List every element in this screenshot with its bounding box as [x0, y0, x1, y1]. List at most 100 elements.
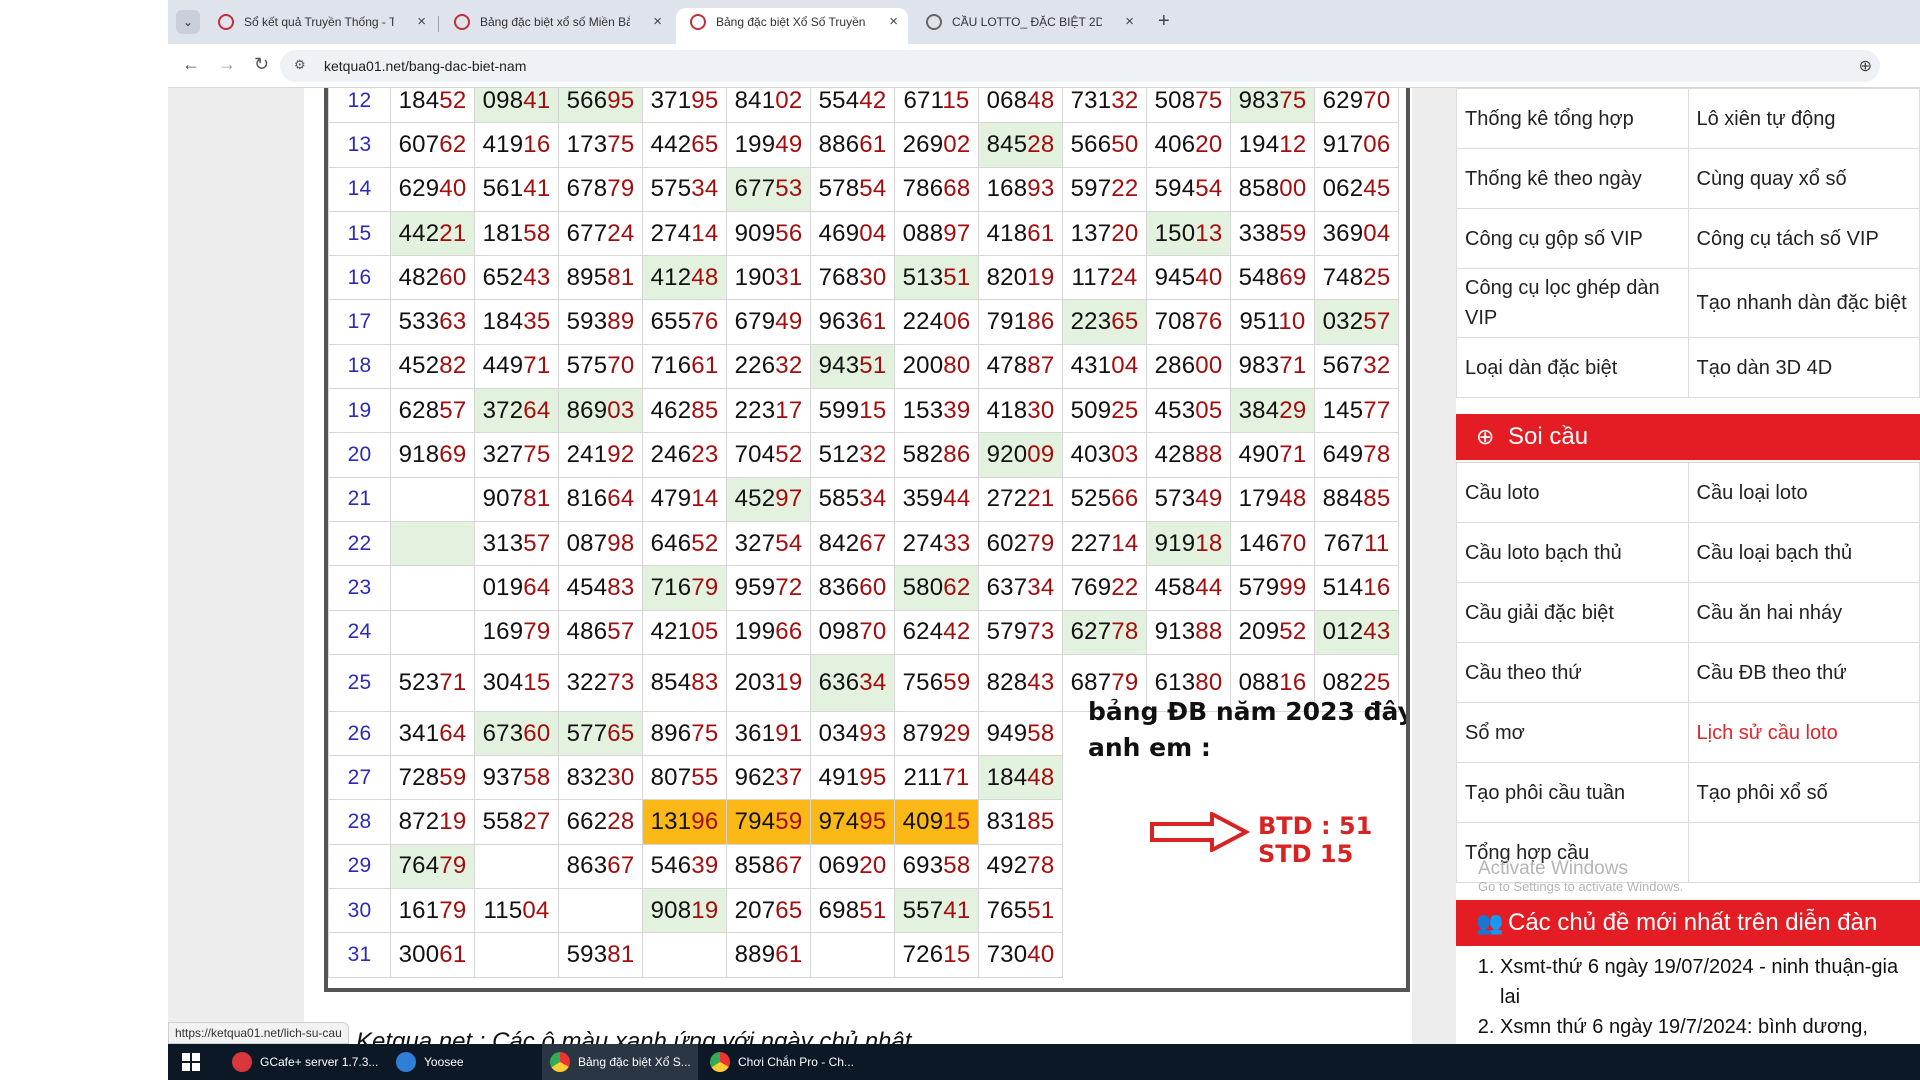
- day-cell: 15: [328, 210, 391, 257]
- menu-link[interactable]: Công cụ gộp số VIP: [1456, 208, 1689, 269]
- tab-so-ket-qua[interactable]: Sổ kết quả Truyền Thống - Tổng ×: [204, 8, 436, 44]
- number-cell: 60279: [978, 520, 1063, 567]
- tab-title: Bảng đặc biệt Xổ Số Truyền Thố: [716, 15, 866, 29]
- tab-search-chevron-icon[interactable]: ⌄: [176, 10, 200, 34]
- forum-item[interactable]: Xsmt-thứ 6 ngày 19/07/2024 - ninh thuận-…: [1500, 952, 1916, 1012]
- site-favicon-icon: [218, 14, 234, 30]
- number-cell: 08798: [558, 520, 643, 567]
- number-tail: 04: [859, 219, 887, 247]
- number-tail: 69: [439, 441, 467, 469]
- number-head: 223: [734, 396, 776, 424]
- menu-link[interactable]: Cầu giải đặc biệt: [1456, 582, 1689, 643]
- number-cell: 19949: [726, 122, 811, 168]
- menu-link[interactable]: Cầu loại bạch thủ: [1687, 522, 1920, 583]
- number-head: 858: [734, 852, 776, 880]
- menu-link[interactable]: Thống kê theo ngày: [1456, 148, 1689, 209]
- number-tail: 59: [775, 808, 803, 836]
- number-tail: 03: [1111, 441, 1139, 469]
- back-arrow-icon[interactable]: ←: [182, 54, 200, 75]
- number-head: 585: [818, 485, 860, 513]
- number-tail: 25: [1111, 396, 1139, 424]
- menu-row: Thống kê tổng hợp Lô xiên tự động: [1456, 88, 1920, 149]
- new-tab-plus-icon[interactable]: +: [1158, 10, 1170, 33]
- number-cell: 41916: [474, 122, 559, 168]
- site-info-icon[interactable]: ⚙: [294, 57, 306, 73]
- tab-strip: ⌄ Sổ kết quả Truyền Thống - Tổng × Bảng …: [168, 0, 1920, 44]
- taskbar-item-gcafe[interactable]: GCafe+ server 1.7.3...: [224, 1044, 384, 1080]
- close-icon[interactable]: ×: [1125, 8, 1134, 36]
- number-head: 646: [650, 529, 692, 557]
- number-head: 769: [1070, 573, 1112, 601]
- number-head: 677: [566, 219, 608, 247]
- menu-link[interactable]: Tạo dàn 3D 4D: [1687, 337, 1920, 398]
- menu-link[interactable]: Cầu ăn hai nháy: [1687, 582, 1920, 643]
- number-head: 636: [818, 668, 860, 696]
- number-head: 327: [734, 529, 776, 557]
- taskbar-item-chrome[interactable]: Chơi Chắn Pro - Ch...: [702, 1044, 858, 1080]
- menu-row: Cầu loto bạch thủ Cầu loại bạch thủ: [1456, 522, 1920, 583]
- number-cell: 46904: [810, 210, 895, 257]
- number-tail: 41: [523, 175, 551, 203]
- chrome-icon: [710, 1052, 730, 1072]
- number-cell: 49278: [978, 843, 1063, 890]
- number-cell: 45282: [390, 343, 475, 390]
- number-tail: 43: [523, 263, 551, 291]
- number-tail: 32: [859, 441, 887, 469]
- taskbar-item-chrome-active[interactable]: Bảng đặc biệt Xổ S...: [542, 1044, 698, 1080]
- number-tail: 60: [859, 573, 887, 601]
- number-tail: 98: [607, 529, 635, 557]
- number-head: 708: [1154, 308, 1196, 336]
- menu-link[interactable]: Cầu loto bạch thủ: [1456, 522, 1689, 583]
- number-head: 034: [818, 719, 860, 747]
- menu-link[interactable]: Cầu loto: [1456, 462, 1689, 523]
- number-cell: 81664: [558, 476, 643, 522]
- menu-link[interactable]: Loại dàn đặc biệt: [1456, 337, 1689, 398]
- tab-cau-lotto[interactable]: CẦU LOTTO_ ĐẶC BIỆT 2D 3D 4 ×: [912, 8, 1144, 44]
- section-title: Các chủ đề mới nhất trên diễn đàn: [1508, 909, 1878, 936]
- table-footnote: Ketqua.net : Các ô màu xanh ứng với ngày…: [356, 1028, 912, 1044]
- number-cell: 16979: [474, 609, 559, 655]
- taskbar-item-yoosee[interactable]: Yoosee: [388, 1044, 538, 1080]
- number-head: 558: [482, 808, 524, 836]
- number-tail: 64: [439, 719, 467, 747]
- menu-link[interactable]: Công cụ lọc ghép dàn VIP: [1456, 268, 1689, 338]
- menu-link[interactable]: Sổ mơ: [1456, 702, 1689, 763]
- menu-link[interactable]: Tạo nhanh dàn đặc biệt: [1687, 268, 1920, 338]
- menu-link[interactable]: Tạo phôi xổ số: [1687, 762, 1920, 823]
- number-cell: 22632: [726, 343, 811, 390]
- address-bar[interactable]: ⚙ ketqua01.net/bang-dac-biet-nam ⊕: [280, 50, 1880, 82]
- menu-link[interactable]: Tạo phôi cầu tuần: [1456, 762, 1689, 823]
- number-cell: 54869: [1230, 255, 1315, 301]
- number-head: 704: [734, 441, 776, 469]
- menu-link[interactable]: Thống kê tổng hợp: [1456, 88, 1689, 149]
- table-row: 14 62940 56141 67879 57534 67753 57854 78668 168…: [328, 166, 1399, 212]
- close-icon[interactable]: ×: [653, 8, 662, 36]
- tab-bang-dac-biet-mien-bac[interactable]: Bảng đặc biệt xổ số Miền Bắc th ×: [440, 8, 672, 44]
- number-head: 767: [1323, 529, 1365, 557]
- forum-item[interactable]: Xsmn thứ 6 ngày 19/7/2024: bình dương,: [1500, 1012, 1916, 1042]
- windows-start-icon[interactable]: [182, 1053, 200, 1071]
- number-cell: 50925: [1062, 388, 1147, 434]
- day-cell: 30: [328, 888, 391, 934]
- forward-arrow-icon[interactable]: →: [218, 54, 236, 75]
- number-cell: 64652: [642, 520, 727, 567]
- zoom-icon[interactable]: ⊕: [1859, 56, 1872, 76]
- number-head: 962: [734, 763, 776, 791]
- menu-link[interactable]: Cầu theo thứ: [1456, 642, 1689, 703]
- url-text[interactable]: ketqua01.net/bang-dac-biet-nam: [324, 58, 526, 74]
- menu-link[interactable]: Cầu ĐB theo thứ: [1687, 642, 1920, 703]
- tab-title: Sổ kết quả Truyền Thống - Tổng: [244, 15, 394, 29]
- number-tail: 54: [775, 529, 803, 557]
- menu-link[interactable]: Công cụ tách số VIP: [1687, 208, 1920, 269]
- yoosee-icon: [396, 1052, 416, 1072]
- close-icon[interactable]: ×: [417, 8, 426, 36]
- menu-link[interactable]: Cầu loại loto: [1687, 462, 1920, 523]
- close-icon[interactable]: ×: [889, 8, 898, 36]
- reload-icon[interactable]: ↻: [254, 54, 269, 75]
- tab-bang-dac-biet-truyen-thong[interactable]: Bảng đặc biệt Xổ Số Truyền Thố ×: [676, 8, 908, 44]
- menu-link[interactable]: Lịch sử cầu loto: [1687, 702, 1920, 763]
- menu-link[interactable]: Cùng quay xổ số: [1687, 148, 1920, 209]
- number-cell: 27414: [642, 210, 727, 257]
- menu-link[interactable]: Lô xiên tự động: [1687, 88, 1920, 149]
- users-icon: 👥: [1476, 910, 1504, 935]
